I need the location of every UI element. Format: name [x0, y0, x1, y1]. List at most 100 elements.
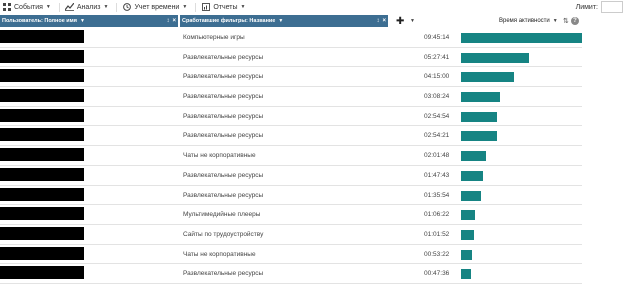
redacted-user-name: [0, 108, 84, 122]
table-row[interactable]: Развлекательные ресурсы 01:35:54: [0, 186, 582, 206]
table-row[interactable]: Развлекательные ресурсы 04:15:00: [0, 67, 582, 88]
activity-time-bar: [461, 170, 483, 181]
filter-name-cell: Развлекательные ресурсы: [183, 171, 264, 179]
activity-time-bar: [461, 151, 486, 162]
activity-time-cell: 02:54:21: [424, 132, 450, 140]
chevron-down-icon[interactable]: ▼: [410, 15, 415, 27]
events-menu-label: События: [14, 3, 43, 11]
redacted-user-name: [0, 187, 84, 201]
filter-name-cell: Чаты не корпоративные: [183, 250, 256, 258]
redacted-user-name: [0, 30, 84, 43]
table-row[interactable]: Развлекательные ресурсы 02:54:54: [0, 107, 582, 127]
activity-time-bar: [461, 92, 500, 103]
table-row[interactable]: Мультимедийные плееры 01:06:22: [0, 205, 582, 225]
activity-time-bar: [461, 52, 529, 63]
grid-icon: [2, 3, 11, 12]
redacted-user-name: [0, 69, 84, 83]
report-icon: [201, 3, 210, 12]
filter-name-cell: Компьютерные игры: [183, 34, 245, 41]
activity-time-bar: [461, 111, 497, 122]
column-resize-icon[interactable]: ↕: [166, 18, 169, 24]
chart-line-icon: [64, 3, 74, 12]
reports-menu[interactable]: Отчеты ▼: [199, 0, 250, 14]
activity-time-bar: [461, 190, 481, 201]
chevron-down-icon[interactable]: ▼: [80, 18, 85, 24]
table-row[interactable]: Чаты не корпоративные 00:53:22: [0, 245, 582, 265]
time-tracking-menu-label: Учет времени: [134, 3, 180, 11]
filter-name-cell: Чаты не корпоративные: [183, 152, 256, 160]
limit-control: Лимит:: [576, 1, 623, 13]
chevron-down-icon: ▼: [45, 4, 51, 10]
column-header-filter-label: Сработавшие фильтры: Название: [182, 18, 276, 24]
column-controls: ↕ ×: [373, 15, 386, 27]
analysis-menu-label: Анализ: [76, 3, 101, 11]
activity-time-cell: 00:47:36: [424, 270, 450, 278]
activity-time-bar: [461, 210, 475, 221]
filter-name-cell: Развлекательные ресурсы: [183, 132, 264, 140]
reports-menu-label: Отчеты: [213, 3, 238, 11]
activity-time-cell: 09:45:14: [424, 34, 450, 41]
redacted-user-name: [0, 128, 84, 142]
activity-time-cell: 04:15:00: [424, 73, 450, 81]
chevron-down-icon: ▼: [240, 4, 246, 10]
activity-time-bar: [461, 269, 471, 280]
column-header-filter[interactable]: Сработавшие фильтры: Название ▼ ↕ ×: [180, 15, 388, 27]
analysis-menu[interactable]: Анализ ▼: [63, 0, 114, 14]
toolbar: События ▼ Анализ ▼ Учет времени ▼ Отчеты…: [0, 0, 623, 14]
column-header-time[interactable]: Время активности ▼: [497, 15, 563, 27]
table-row[interactable]: Чаты не корпоративные 02:01:48: [0, 146, 582, 166]
divider: [116, 2, 118, 12]
activity-time-cell: 02:01:48: [424, 152, 450, 160]
redacted-user-name: [0, 266, 84, 280]
filter-name-cell: Мультимедийные плееры: [183, 211, 261, 219]
chevron-down-icon: ▼: [103, 4, 109, 10]
activity-time-bar: [461, 72, 514, 83]
clock-icon: [122, 3, 131, 12]
table-row[interactable]: Сайты по трудоустройству 01:01:52: [0, 225, 582, 245]
table-row[interactable]: Развлекательные ресурсы 00:47:36: [0, 264, 582, 284]
table-row[interactable]: Развлекательные ресурсы 01:47:43: [0, 166, 582, 186]
events-menu[interactable]: События ▼: [0, 0, 56, 14]
chevron-down-icon[interactable]: ▼: [553, 18, 558, 24]
activity-time-cell: 01:47:43: [424, 171, 450, 179]
table-row[interactable]: Развлекательные ресурсы 03:08:24: [0, 87, 582, 107]
activity-time-cell: 02:54:54: [424, 112, 450, 120]
redacted-user-name: [0, 246, 84, 260]
column-controls: ↕ ×: [163, 15, 176, 27]
filter-name-cell: Развлекательные ресурсы: [183, 93, 264, 101]
filter-name-cell: Развлекательные ресурсы: [183, 73, 264, 81]
redacted-user-name: [0, 167, 84, 181]
chevron-down-icon[interactable]: ▼: [278, 18, 283, 24]
table-row[interactable]: Развлекательные ресурсы 02:54:21: [0, 126, 582, 147]
column-header-user[interactable]: Пользователь: Полное имя ▼ ↕ ×: [0, 15, 178, 27]
activity-time-cell: 01:06:22: [424, 211, 450, 219]
help-icon[interactable]: ?: [571, 17, 579, 25]
column-header-user-label: Пользователь: Полное имя: [2, 18, 77, 24]
close-icon[interactable]: ×: [382, 18, 386, 24]
activity-time-cell: 00:53:22: [424, 250, 450, 258]
limit-input[interactable]: [601, 1, 623, 13]
column-header-time-label: Время активности: [499, 18, 550, 24]
redacted-user-name: [0, 49, 84, 63]
activity-time-bar: [461, 249, 472, 260]
activity-time-bar: [461, 229, 474, 240]
filter-name-cell: Развлекательные ресурсы: [183, 270, 264, 278]
time-tracking-menu[interactable]: Учет времени ▼: [120, 0, 192, 14]
activity-time-bar: [461, 33, 582, 43]
column-resize-icon[interactable]: ↕: [376, 18, 379, 24]
chevron-down-icon: ▼: [182, 4, 188, 10]
table-row[interactable]: Компьютерные игры 09:45:14: [0, 28, 582, 48]
activity-time-cell: 03:08:24: [424, 93, 450, 101]
add-column-button[interactable]: ✚: [396, 15, 404, 27]
sort-icon[interactable]: ⇅: [563, 15, 569, 27]
table-body: Компьютерные игры 09:45:14 Развлекательные…: [0, 28, 582, 284]
limit-label: Лимит:: [575, 3, 598, 11]
activity-time-cell: 01:35:54: [424, 191, 450, 199]
divider: [58, 2, 60, 12]
close-icon[interactable]: ×: [172, 18, 176, 24]
table-row[interactable]: Развлекательные ресурсы 05:27:41: [0, 48, 582, 68]
redacted-user-name: [0, 226, 84, 240]
filter-name-cell: Развлекательные ресурсы: [183, 112, 264, 120]
filter-name-cell: Развлекательные ресурсы: [183, 191, 264, 199]
activity-time-bar: [461, 131, 497, 142]
